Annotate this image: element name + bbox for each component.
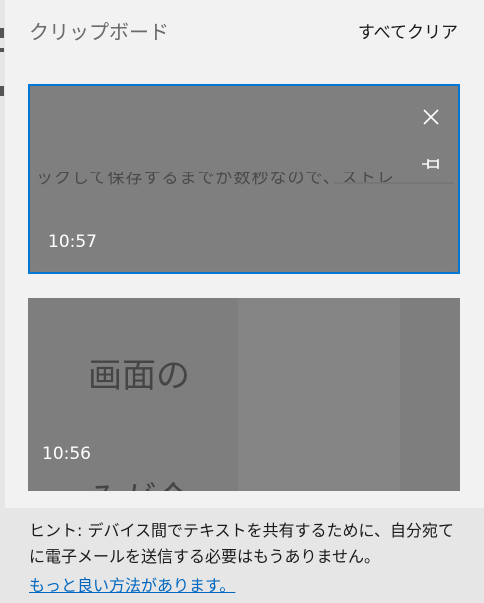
- hint-text: ヒント: デバイス間でテキストを共有するために、自分宛てに電子メールを送信する必…: [29, 521, 455, 566]
- clipboard-panel: クリップボード すべてクリア ックして保存するまでが数秒なので、ストレスが上: [5, 0, 484, 603]
- clipboard-item[interactable]: 画面の みが今 10:56: [28, 298, 460, 491]
- clip-preview-text-2: みが今: [88, 472, 190, 491]
- clip-preview-band: [238, 298, 400, 491]
- clip-timestamp: 10:56: [42, 444, 91, 464]
- panel-header: クリップボード すべてクリア: [5, 0, 484, 56]
- pin-icon[interactable]: [420, 156, 442, 172]
- clip-preview-text: ックして保存するまでが数秒なので、ストレスが上: [36, 172, 394, 188]
- hint-bar: ヒント: デバイス間でテキストを共有するために、自分宛てに電子メールを送信する必…: [5, 508, 484, 603]
- background-glyph: [0, 28, 4, 38]
- clip-preview: ックして保存するまでが数秒なので、ストレスが上 10:57: [34, 90, 454, 268]
- close-icon[interactable]: [420, 106, 442, 128]
- background-glyph: [0, 48, 4, 52]
- clip-timestamp: 10:57: [48, 232, 97, 252]
- clear-all-button[interactable]: すべてクリア: [358, 18, 458, 43]
- clip-preview-rule: [334, 182, 454, 184]
- panel-title: クリップボード: [29, 20, 169, 44]
- hint-link[interactable]: もっと良い方法があります。: [29, 572, 235, 596]
- background-glyph: [0, 86, 4, 96]
- clip-preview-text: 画面の: [88, 356, 190, 396]
- clipboard-item-selected[interactable]: ックして保存するまでが数秒なので、ストレスが上 10:57: [28, 84, 460, 274]
